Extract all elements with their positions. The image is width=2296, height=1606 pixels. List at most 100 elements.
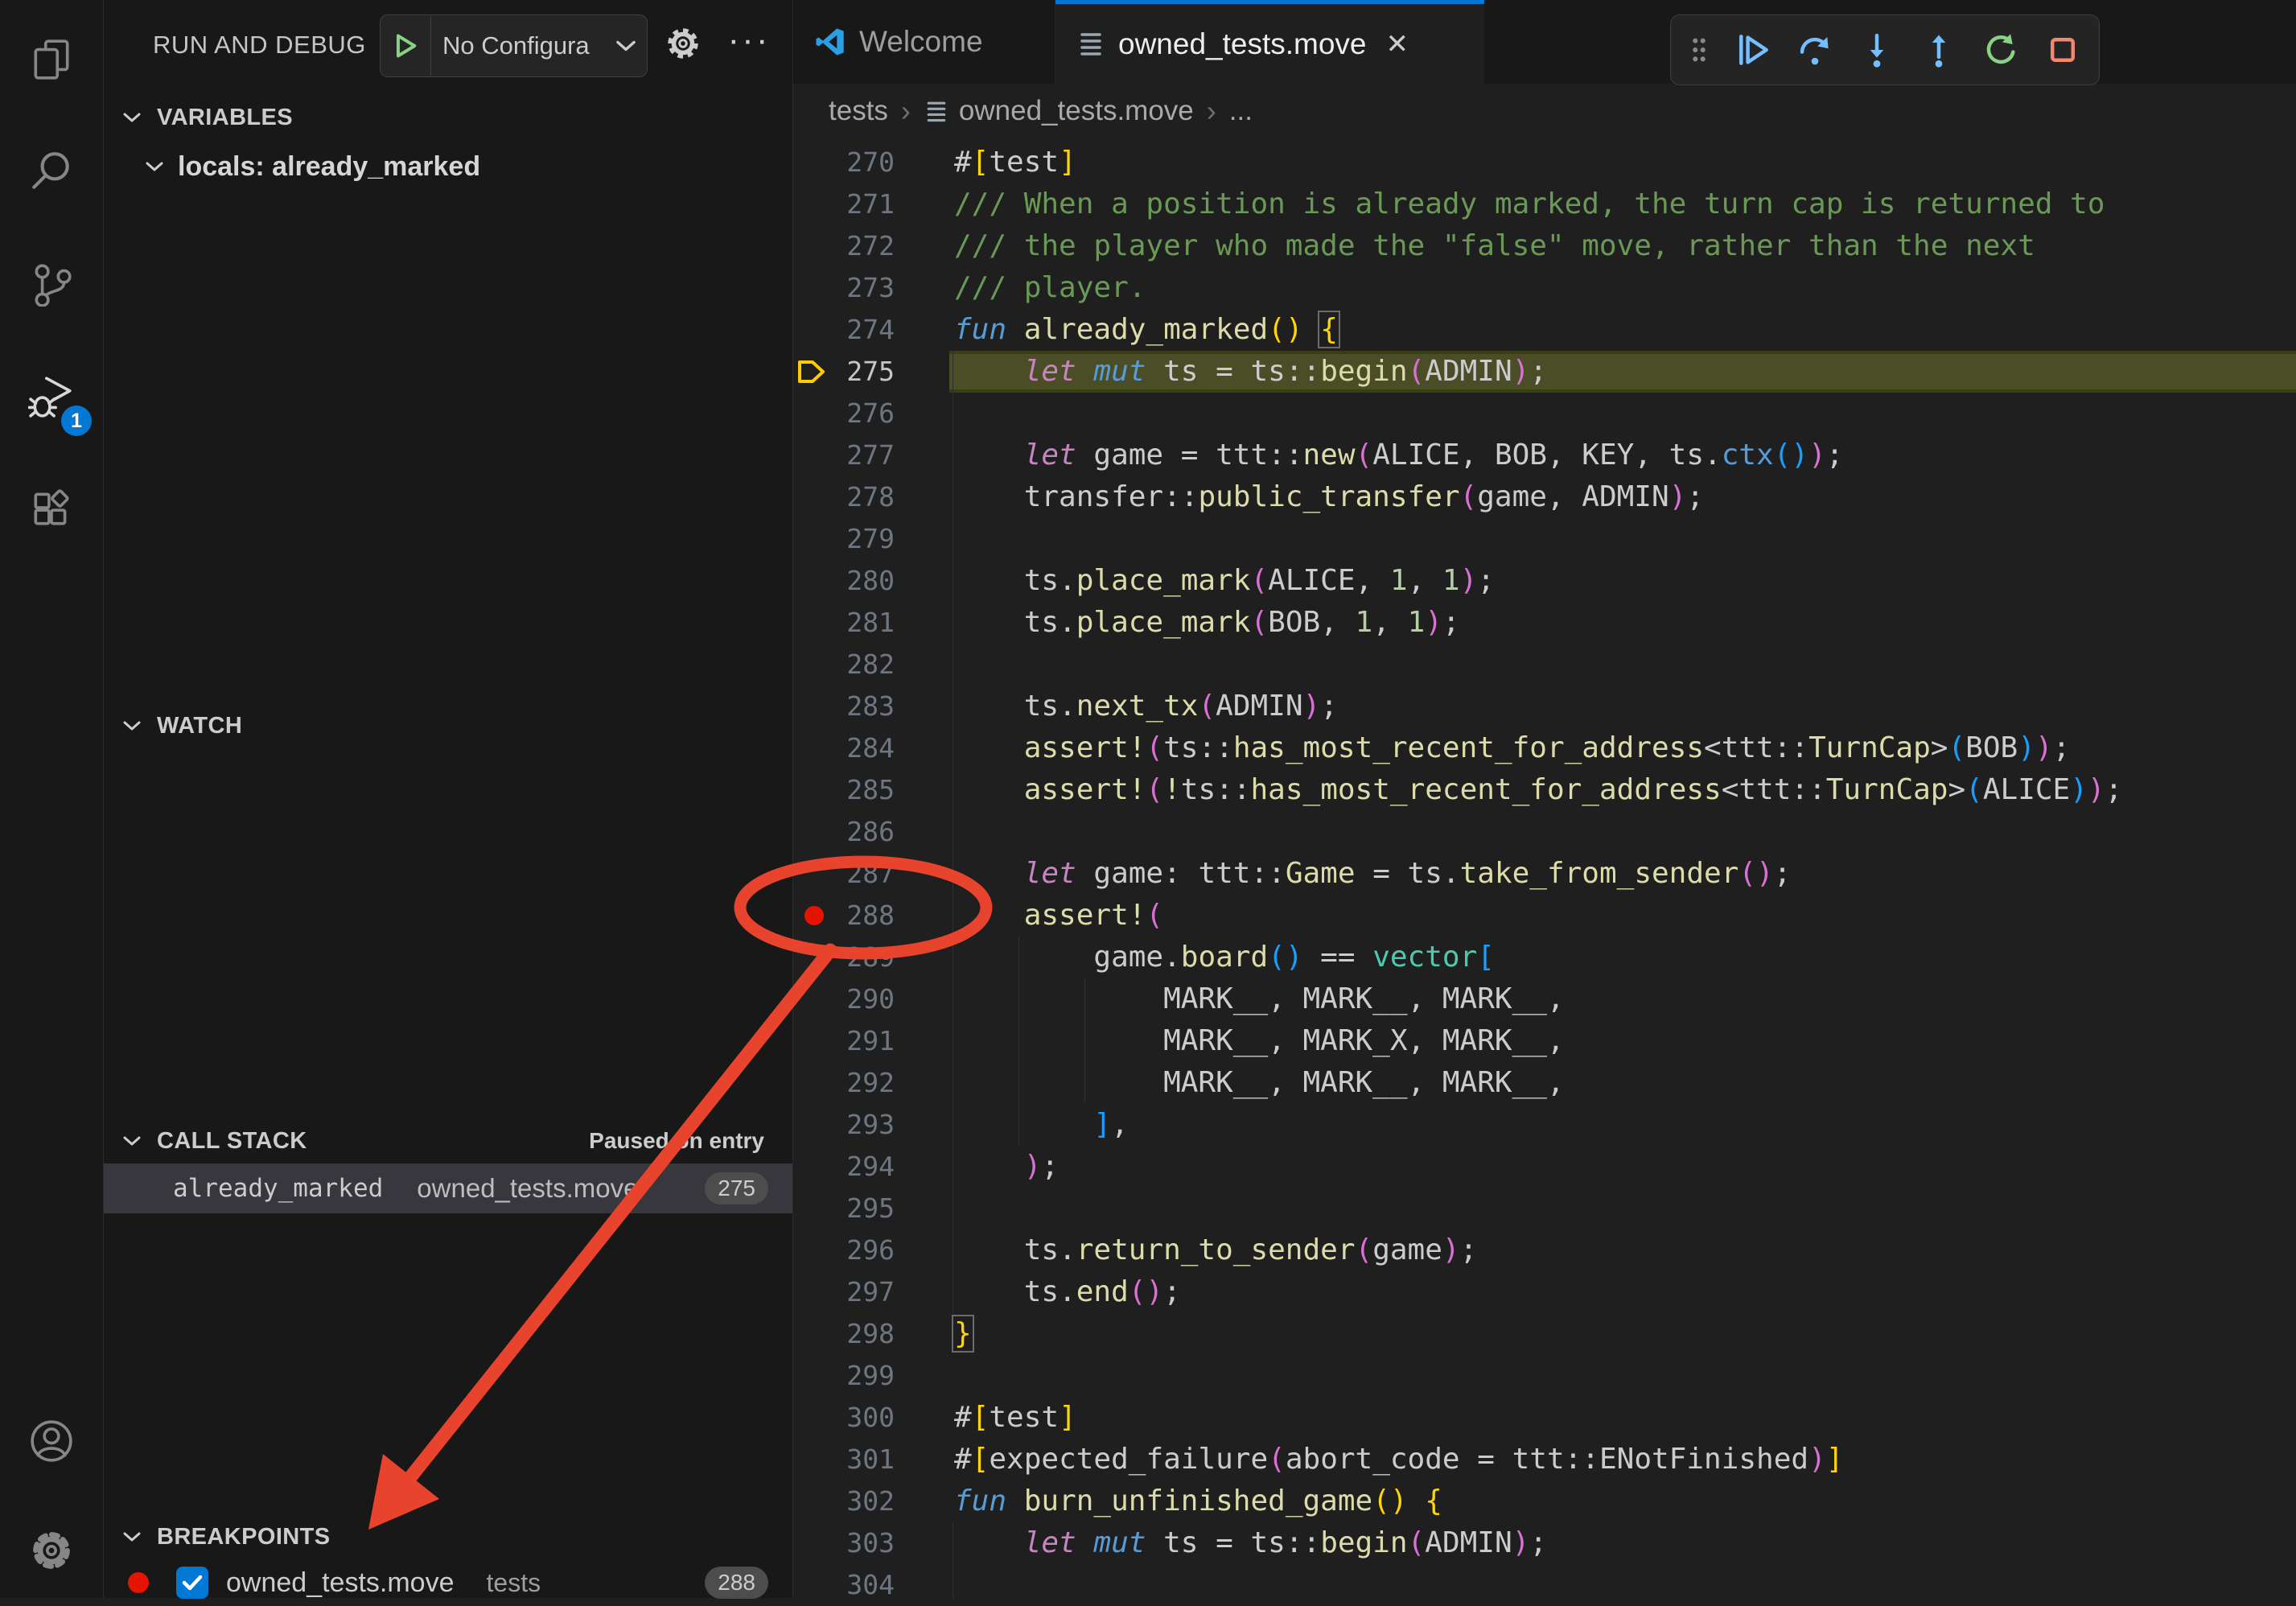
code-line-291: 291 MARK__, MARK_X, MARK__, (793, 1020, 2296, 1062)
line-number[interactable]: 283 (817, 686, 895, 727)
sidebar-title: RUN AND DEBUG (153, 31, 366, 60)
line-number[interactable]: 285 (817, 769, 895, 811)
code-line-279: 279 (793, 518, 2296, 560)
breakpoint-list-item[interactable]: owned_tests.move tests 288 (104, 1559, 792, 1606)
line-number[interactable]: 275 (817, 351, 895, 393)
account-icon[interactable] (0, 1397, 103, 1485)
line-number[interactable]: 270 (817, 142, 895, 183)
line-number[interactable]: 273 (817, 267, 895, 309)
line-number[interactable]: 294 (817, 1146, 895, 1188)
line-number[interactable]: 298 (817, 1313, 895, 1355)
code-text: MARK__, MARK_X, MARK__, (954, 1020, 1565, 1062)
line-number[interactable]: 293 (817, 1104, 895, 1146)
code-line-302: 302 fun burn_unfinished_game() { (793, 1480, 2296, 1522)
line-number[interactable]: 281 (817, 602, 895, 644)
code-line-304: 304 (793, 1564, 2296, 1598)
tab-owned-tests-move[interactable]: owned_tests.move ✕ (1055, 0, 1484, 84)
call-stack-section-header[interactable]: CALL STACK Paused on entry (104, 1118, 792, 1163)
line-number[interactable]: 299 (817, 1355, 895, 1397)
step-into-button[interactable] (1851, 22, 1903, 78)
debug-config-select[interactable]: No Configura (380, 14, 648, 77)
call-stack-label: CALL STACK (157, 1128, 307, 1155)
step-out-button[interactable] (1913, 22, 1965, 78)
chevron-right-icon: › (1207, 94, 1216, 128)
code-text: let mut ts = ts::begin(ADMIN); (954, 1522, 1547, 1564)
code-line-270: 270#[test] (793, 142, 2296, 183)
explorer-icon[interactable] (0, 14, 103, 103)
code-line-294: 294 ); (793, 1146, 2296, 1188)
code-line-285: 285 assert!(!ts::has_most_recent_for_add… (793, 769, 2296, 811)
locals-scope-item[interactable]: locals: already_marked (104, 143, 792, 190)
line-number[interactable]: 279 (817, 518, 895, 560)
line-number[interactable]: 300 (817, 1397, 895, 1439)
line-number[interactable]: 280 (817, 560, 895, 602)
code-line-299: 299 (793, 1355, 2296, 1397)
line-number[interactable]: 290 (817, 978, 895, 1020)
line-number[interactable]: 284 (817, 727, 895, 769)
call-stack-frame-row[interactable]: already_marked owned_tests.move 275 (104, 1163, 792, 1213)
line-number[interactable]: 295 (817, 1188, 895, 1229)
line-number[interactable]: 282 (817, 644, 895, 686)
code-line-281: 281 ts.place_mark(BOB, 1, 1); (793, 602, 2296, 644)
code-text: ts.next_tx(ADMIN); (954, 686, 1338, 727)
breadcrumb-file[interactable]: owned_tests.move (959, 95, 1194, 127)
breakpoints-section-header[interactable]: BREAKPOINTS (104, 1514, 792, 1559)
continue-button[interactable] (1727, 22, 1779, 78)
close-tab-icon[interactable]: ✕ (1386, 28, 1409, 60)
code-line-273: 273 /// player. (793, 267, 2296, 309)
variables-label: VARIABLES (157, 105, 293, 131)
line-number[interactable]: 303 (817, 1522, 895, 1564)
variables-section-header[interactable]: VARIABLES (104, 95, 792, 140)
code-text: game.board() == vector[ (954, 937, 1495, 978)
line-number[interactable]: 302 (817, 1480, 895, 1522)
extensions-icon[interactable] (0, 465, 103, 554)
breakpoint-enabled-checkbox[interactable] (176, 1567, 208, 1599)
code-line-287: 287 let game: ttt::Game = ts.take_from_s… (793, 853, 2296, 895)
line-number[interactable]: 276 (817, 393, 895, 434)
code-line-289: 289 game.board() == vector[ (793, 937, 2296, 978)
debug-toolbar (1670, 14, 2100, 85)
line-number[interactable]: 297 (817, 1271, 895, 1313)
debug-settings-gear-icon[interactable] (657, 18, 709, 69)
code-line-293: 293 ], (793, 1104, 2296, 1146)
source-control-icon[interactable] (0, 240, 103, 328)
code-text: let game = ttt::new(ALICE, BOB, KEY, ts.… (954, 434, 1843, 476)
line-number[interactable]: 287 (817, 853, 895, 895)
code-text: /// player. (954, 267, 1146, 309)
breadcrumb-more[interactable]: ... (1229, 95, 1253, 127)
line-number[interactable]: 301 (817, 1439, 895, 1480)
stop-button[interactable] (2037, 22, 2088, 78)
line-number[interactable]: 271 (817, 183, 895, 225)
line-number[interactable]: 274 (817, 309, 895, 351)
search-icon[interactable] (0, 127, 103, 216)
run-and-debug-icon[interactable]: 1 (0, 352, 103, 441)
line-number[interactable]: 292 (817, 1062, 895, 1104)
restart-button[interactable] (1975, 22, 2026, 78)
more-actions-icon[interactable]: ··· (717, 11, 781, 69)
start-debug-icon[interactable] (381, 16, 431, 76)
line-number[interactable]: 288 (817, 895, 895, 937)
line-number[interactable]: 296 (817, 1229, 895, 1271)
line-number[interactable]: 289 (817, 937, 895, 978)
code-editor[interactable]: 270#[test]271/// When a position is alre… (793, 138, 2296, 1598)
line-number[interactable]: 286 (817, 811, 895, 853)
line-number[interactable]: 278 (817, 476, 895, 518)
settings-gear-icon[interactable] (0, 1506, 103, 1595)
code-line-278: 278 transfer::public_transfer(game, ADMI… (793, 476, 2296, 518)
breadcrumb-folder[interactable]: tests (829, 95, 888, 127)
code-text: fun burn_unfinished_game() { (954, 1480, 1442, 1522)
line-number[interactable]: 291 (817, 1020, 895, 1062)
code-line-301: 301#[expected_failure(abort_code = ttt::… (793, 1439, 2296, 1480)
editor-group: Welcome owned_tests.move ✕ tests › own (793, 0, 2296, 1598)
line-number[interactable]: 272 (817, 225, 895, 267)
code-text: fun already_marked() { (954, 309, 1338, 351)
watch-section-header[interactable]: WATCH (104, 703, 792, 748)
toolbar-drag-handle[interactable] (1681, 22, 1717, 78)
line-number[interactable]: 304 (817, 1564, 895, 1598)
step-over-button[interactable] (1789, 22, 1841, 78)
breakpoint-file: owned_tests.move (226, 1567, 455, 1599)
tab-welcome[interactable]: Welcome (793, 0, 1055, 84)
breadcrumb: tests › owned_tests.move › ... (793, 84, 2296, 138)
code-line-298: 298} (793, 1313, 2296, 1355)
line-number[interactable]: 277 (817, 434, 895, 476)
